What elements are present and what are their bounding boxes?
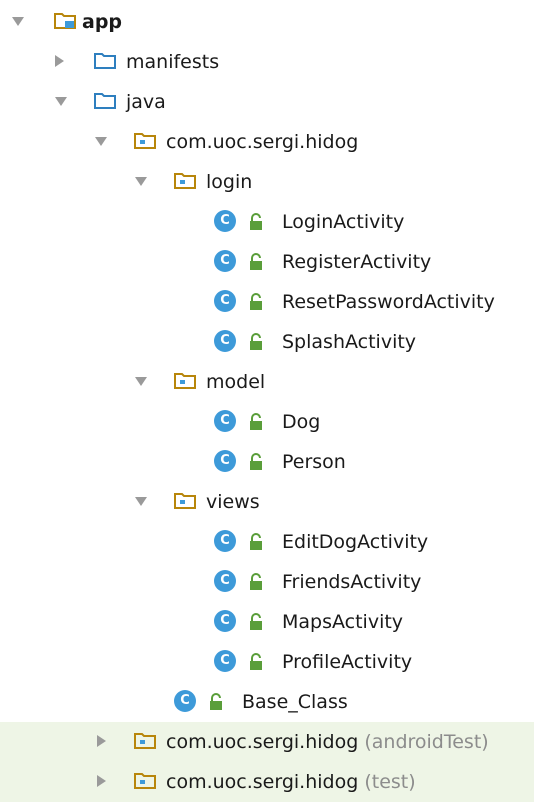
tree-node-class[interactable]: C MapsActivity	[0, 602, 534, 642]
tree-label: EditDogActivity	[282, 531, 429, 553]
tree-node-model[interactable]: model	[0, 362, 534, 402]
tree-node-class[interactable]: C FriendsActivity	[0, 562, 534, 602]
collapse-arrow-icon[interactable]	[135, 177, 147, 186]
lock-icon	[250, 653, 262, 670]
package-icon	[174, 173, 196, 189]
expand-arrow-icon[interactable]	[55, 55, 64, 67]
class-icon: C	[214, 290, 236, 312]
package-name: com.uoc.sergi.hidog	[166, 731, 359, 753]
tree-label: Base_Class	[242, 691, 348, 713]
package-suffix: (androidTest)	[364, 731, 489, 753]
package-icon	[134, 773, 156, 789]
tree-label: manifests	[126, 51, 220, 73]
tree-node-java[interactable]: java	[0, 82, 534, 122]
tree-label: ProfileActivity	[282, 651, 413, 673]
lock-icon	[250, 453, 262, 470]
tree-label: MapsActivity	[282, 611, 404, 633]
expand-arrow-icon[interactable]	[97, 735, 106, 747]
class-icon: C	[214, 250, 236, 272]
tree-node-class[interactable]: C RegisterActivity	[0, 242, 534, 282]
tree-label: com.uoc.sergi.hidog	[166, 131, 359, 153]
class-icon: C	[214, 570, 236, 592]
tree-node-login[interactable]: login	[0, 162, 534, 202]
tree-label: FriendsActivity	[282, 571, 422, 593]
tree-node-class[interactable]: C EditDogActivity	[0, 522, 534, 562]
tree-node-base-class[interactable]: C Base_Class	[0, 682, 534, 722]
tree-node-class[interactable]: C SplashActivity	[0, 322, 534, 362]
lock-icon	[250, 533, 262, 550]
class-icon: C	[214, 410, 236, 432]
lock-icon	[250, 413, 262, 430]
collapse-arrow-icon[interactable]	[135, 377, 147, 386]
package-icon	[174, 493, 196, 509]
tree-node-class[interactable]: C Dog	[0, 402, 534, 442]
folder-icon	[94, 93, 116, 109]
tree-label: java	[126, 91, 166, 113]
tree-label: model	[206, 371, 266, 393]
class-icon: C	[214, 610, 236, 632]
package-name: com.uoc.sergi.hidog	[166, 771, 359, 793]
tree-node-class[interactable]: C LoginActivity	[0, 202, 534, 242]
lock-icon	[250, 253, 262, 270]
collapse-arrow-icon[interactable]	[12, 17, 24, 26]
package-icon	[134, 733, 156, 749]
tree-label: Dog	[282, 411, 321, 433]
expand-arrow-icon[interactable]	[97, 775, 106, 787]
lock-icon	[250, 613, 262, 630]
package-icon	[134, 133, 156, 149]
module-folder-icon	[54, 13, 76, 29]
tree-label: Person	[282, 451, 346, 473]
package-icon	[174, 373, 196, 389]
tree-node-views[interactable]: views	[0, 482, 534, 522]
tree-node-package-main[interactable]: com.uoc.sergi.hidog	[0, 122, 534, 162]
tree-node-class[interactable]: C Person	[0, 442, 534, 482]
tree-label: ResetPasswordActivity	[282, 291, 495, 313]
lock-icon	[250, 213, 262, 230]
tree-label: login	[206, 171, 253, 193]
lock-icon	[250, 333, 262, 350]
tree-label: LoginActivity	[282, 211, 405, 233]
tree-node-app[interactable]: app	[0, 2, 534, 42]
tree-label: views	[206, 491, 260, 513]
tree-label: RegisterActivity	[282, 251, 432, 273]
lock-icon	[250, 293, 262, 310]
folder-icon	[94, 53, 116, 69]
package-suffix: (test)	[364, 771, 416, 793]
tree-node-class[interactable]: C ProfileActivity	[0, 642, 534, 682]
class-icon: C	[214, 650, 236, 672]
tree-node-manifests[interactable]: manifests	[0, 42, 534, 82]
class-icon: C	[214, 530, 236, 552]
lock-icon	[250, 573, 262, 590]
tree-label: SplashActivity	[282, 331, 417, 353]
class-icon: C	[214, 330, 236, 352]
class-icon: C	[214, 210, 236, 232]
collapse-arrow-icon[interactable]	[95, 137, 107, 146]
class-icon: C	[214, 450, 236, 472]
tree-node-package-test[interactable]: com.uoc.sergi.hidog (test)	[0, 762, 534, 802]
tree-label: com.uoc.sergi.hidog (test)	[166, 770, 416, 794]
tree-label: app	[82, 11, 123, 33]
tree-label: com.uoc.sergi.hidog (androidTest)	[166, 730, 489, 754]
class-icon: C	[174, 690, 196, 712]
lock-icon	[210, 693, 222, 710]
collapse-arrow-icon[interactable]	[55, 97, 67, 106]
tree-node-class[interactable]: C ResetPasswordActivity	[0, 282, 534, 322]
tree-node-package-androidtest[interactable]: com.uoc.sergi.hidog (androidTest)	[0, 722, 534, 762]
collapse-arrow-icon[interactable]	[135, 497, 147, 506]
